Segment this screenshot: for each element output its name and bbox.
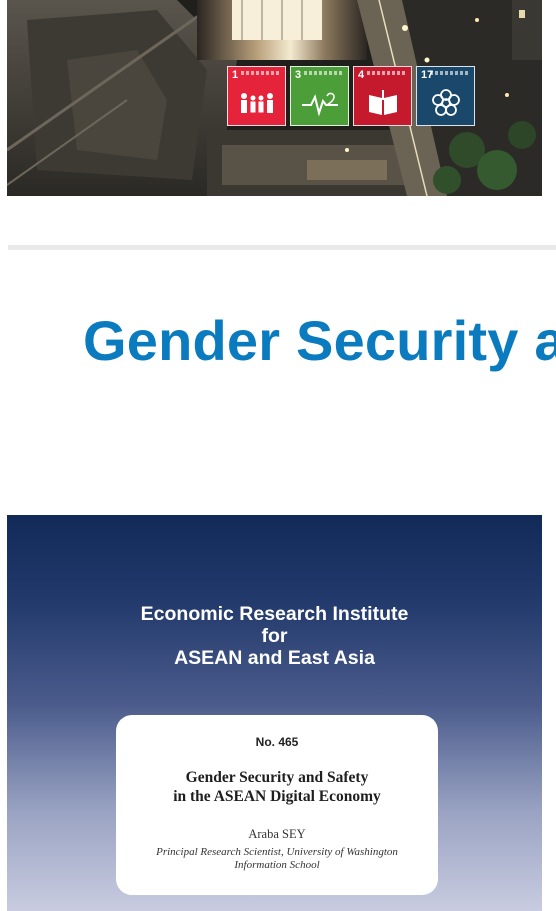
book-icon: [369, 90, 397, 115]
section-divider: [8, 245, 556, 250]
author-name: Araba SEY: [248, 827, 306, 841]
banner-image[interactable]: 1 3 4 17: [7, 0, 542, 196]
institute-name: Economic Research Institute for ASEAN an…: [7, 603, 542, 669]
sdg-tile-3: 3: [290, 66, 349, 126]
people-icon: [241, 93, 273, 113]
flower-icon: [432, 89, 460, 116]
report-number: No. 465: [255, 735, 299, 749]
heartbeat-icon: [302, 92, 338, 117]
sdg-tile-1: 1: [227, 66, 286, 126]
institute-line: Economic Research Institute: [140, 603, 409, 625]
sdg-number: 3: [295, 69, 302, 81]
page: 1 3 4 17 Gender Security a Economic Rese…: [0, 0, 556, 911]
article-title[interactable]: Gender Security and Safety in the ASEAN …: [83, 308, 556, 374]
affiliation-line: Information School: [234, 859, 320, 871]
cover-title-card: No. 465 Gender Security and Safety in th…: [116, 715, 438, 895]
sdg-tile-17: 17: [416, 66, 475, 126]
sdg-tiles: 1 3 4 17: [227, 66, 475, 126]
report-cover-image[interactable]: Economic Research Institute for ASEAN an…: [7, 515, 542, 911]
affiliation-line: Principal Research Scientist, University…: [156, 846, 398, 858]
institute-line: for: [261, 625, 288, 647]
report-title-line: in the ASEAN Digital Economy: [173, 788, 381, 805]
sdg-number: 1: [232, 69, 239, 81]
institute-line: ASEAN and East Asia: [174, 647, 375, 669]
sdg-number: 4: [358, 69, 365, 81]
report-title: Gender Security and Safety in the ASEAN …: [116, 768, 438, 806]
report-title-line: Gender Security and Safety: [185, 769, 369, 786]
sdg-tile-4: 4: [353, 66, 412, 126]
author-affiliation: Principal Research Scientist, University…: [116, 846, 438, 872]
